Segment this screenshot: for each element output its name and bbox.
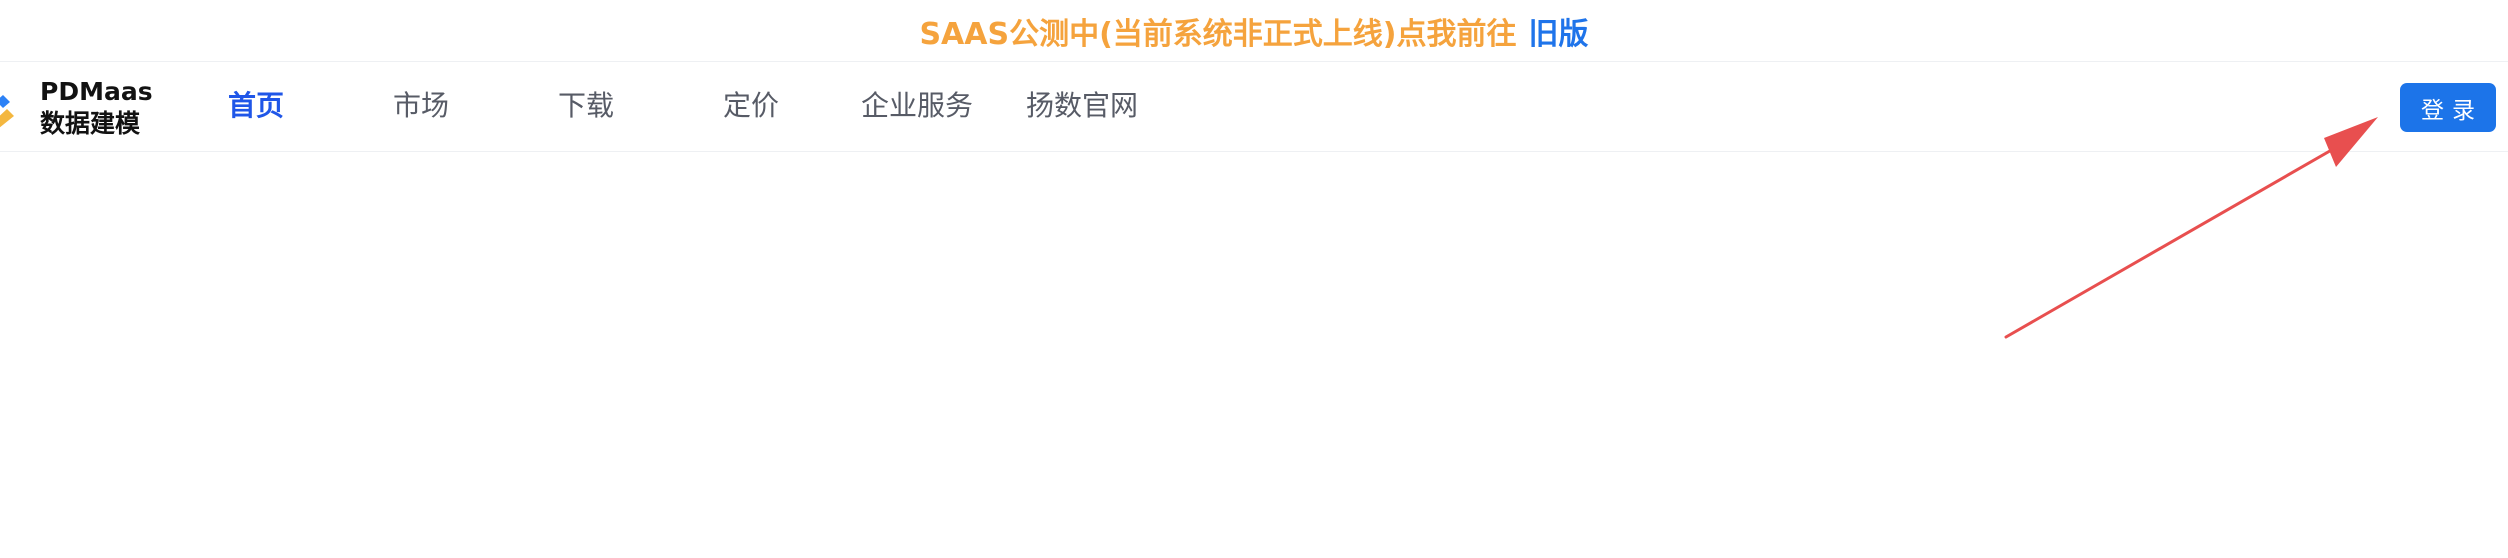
nav-home[interactable]: 首页 bbox=[228, 84, 284, 128]
banner-message: SAAS公测中(当前系统非正式上线)点我前往 bbox=[919, 16, 1517, 52]
nav-pricing[interactable]: 定价 bbox=[723, 84, 779, 128]
logo-product-subtitle: 数据建模 bbox=[40, 109, 141, 138]
app-page: SAAS公测中(当前系统非正式上线)点我前往 旧版 PDMaas 数据建模 首页… bbox=[0, 0, 2508, 558]
nav-market[interactable]: 市场 bbox=[393, 84, 449, 128]
login-button[interactable]: 登录 bbox=[2400, 83, 2496, 132]
saas-beta-banner: SAAS公测中(当前系统非正式上线)点我前往 旧版 bbox=[0, 0, 2508, 62]
pdmaas-logo[interactable]: PDMaas 数据建模 bbox=[0, 76, 153, 140]
top-navigation: PDMaas 数据建模 首页 市场 下载 定价 企业服务 扬数官网 登录 bbox=[0, 62, 2508, 152]
old-version-link[interactable]: 旧版 bbox=[1529, 9, 1589, 53]
logo-text: PDMaas 数据建模 bbox=[40, 76, 153, 140]
nav-download[interactable]: 下载 bbox=[558, 84, 614, 128]
nav-enterprise-services[interactable]: 企业服务 bbox=[861, 84, 973, 128]
nav-official-site[interactable]: 扬数官网 bbox=[1026, 84, 1138, 128]
pdmaas-logo-icon bbox=[0, 95, 14, 128]
logo-product-name: PDMaas bbox=[40, 77, 153, 106]
